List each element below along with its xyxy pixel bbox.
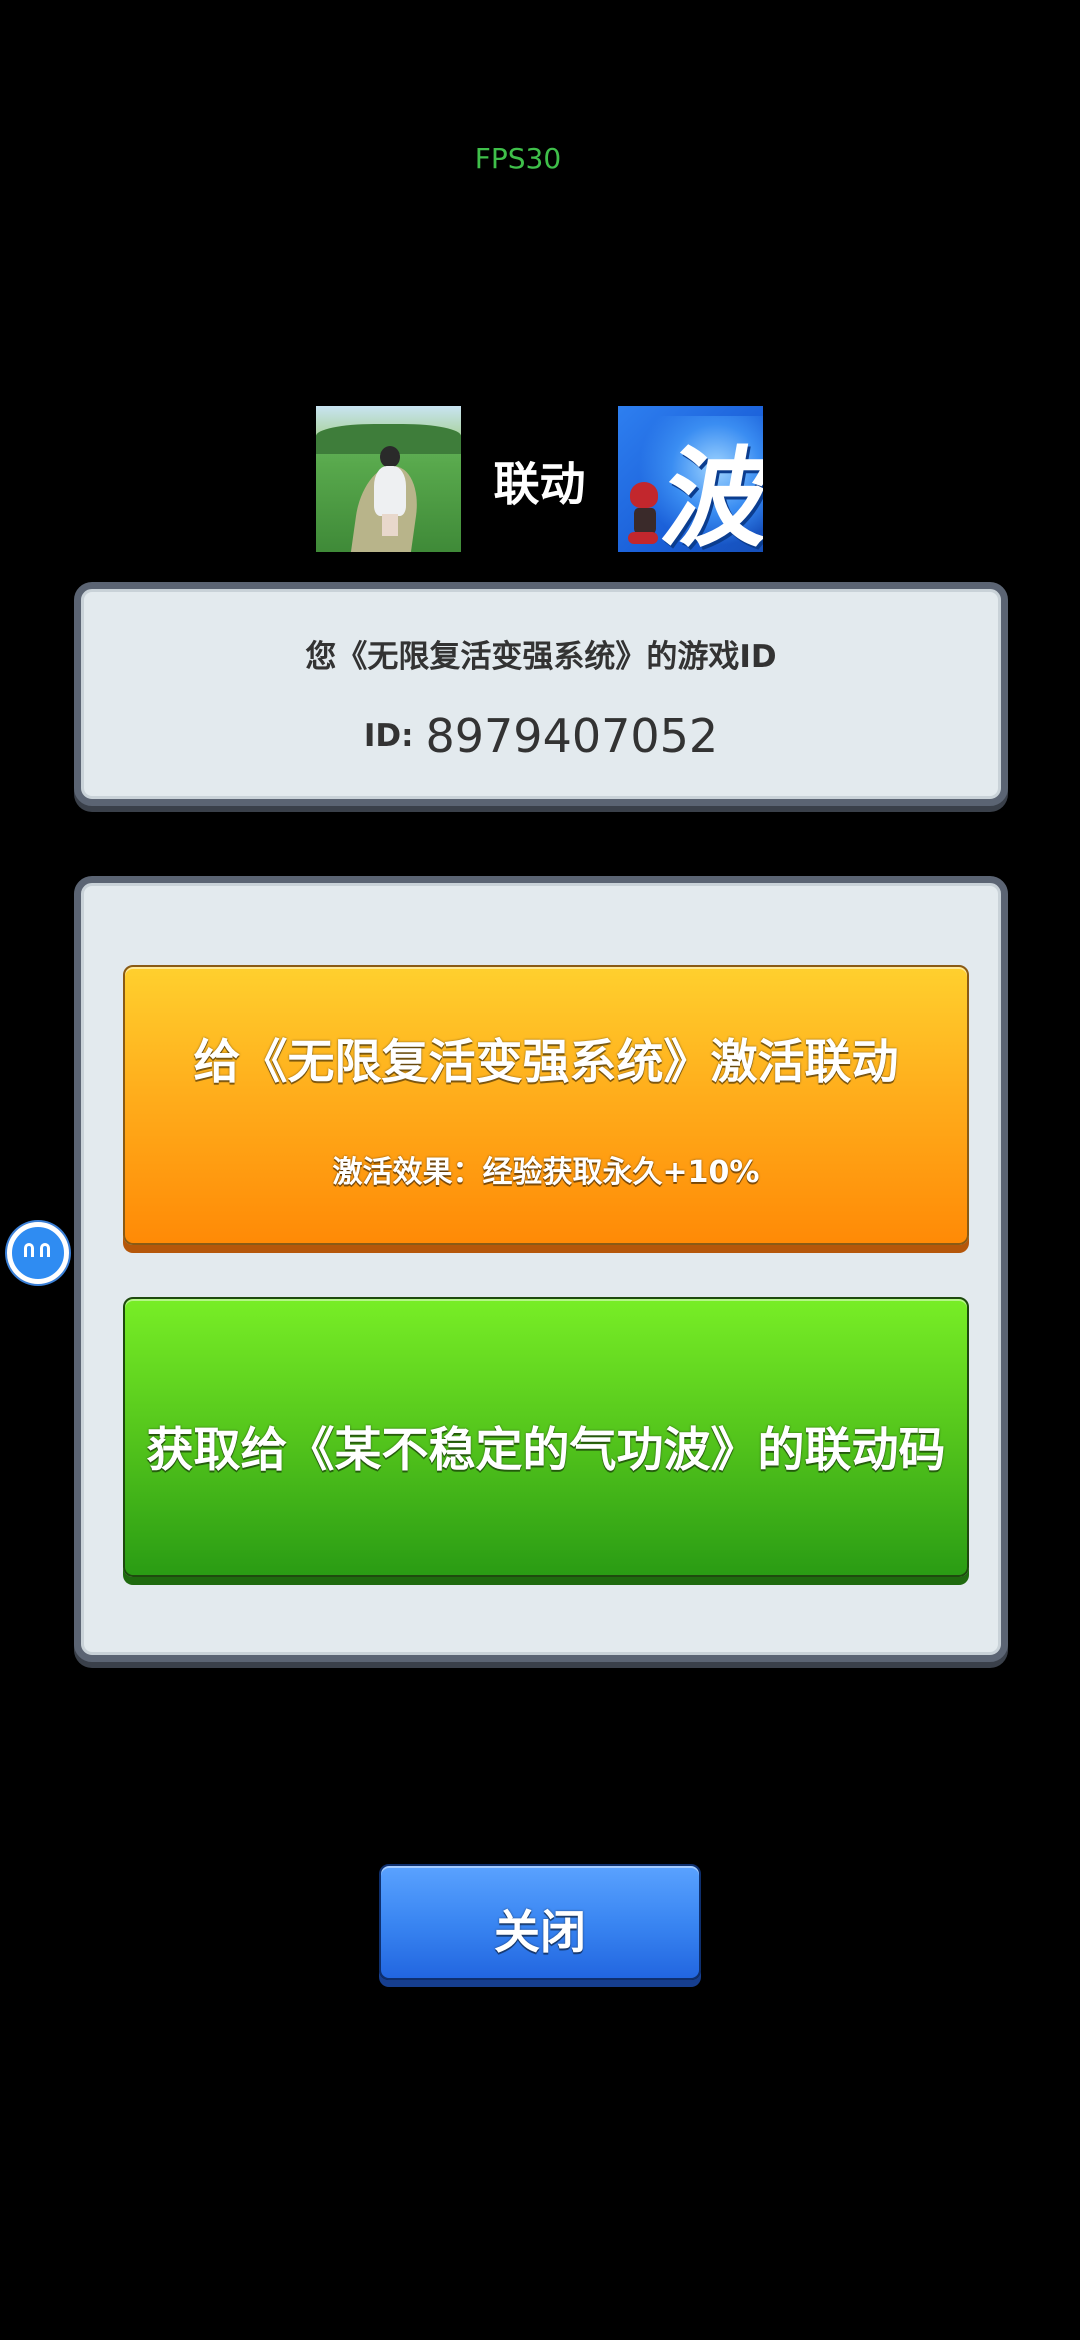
get-link-code-button[interactable]: 获取给《某不稳定的气功波》的联动码 <box>123 1297 969 1577</box>
game-id-prefix: ID: <box>363 718 414 754</box>
game-icon-left <box>316 406 461 552</box>
game-screen: FPS30 联动 波 您《无限复活变强系统》的游戏ID ID: 897940705… <box>0 0 1080 2340</box>
link-header: 联动 波 <box>316 406 763 552</box>
link-label: 联动 <box>493 457 586 511</box>
game-id-row: ID: 8979407052 <box>81 709 1001 763</box>
game-id-panel: 您《无限复活变强系统》的游戏ID ID: 8979407052 <box>74 582 1008 806</box>
activate-link-button[interactable]: 给《无限复活变强系统》激活联动 激活效果：经验获取永久+10% <box>123 965 969 1245</box>
activate-link-label: 给《无限复活变强系统》激活联动 <box>193 1035 899 1090</box>
activate-effect-label: 激活效果：经验获取永久+10% <box>332 1155 760 1190</box>
game-id-title: 您《无限复活变强系统》的游戏ID <box>305 639 777 675</box>
assistant-ball-icon[interactable] <box>7 1222 69 1284</box>
link-actions-panel: 给《无限复活变强系统》激活联动 激活效果：经验获取永久+10% 获取给《某不稳定… <box>74 876 1008 1662</box>
game-id-value: 8979407052 <box>425 709 719 763</box>
fps-counter: FPS30 <box>474 142 562 175</box>
close-button[interactable]: 关闭 <box>379 1864 701 1980</box>
game-icon-right: 波 <box>618 406 763 552</box>
get-link-code-label: 获取给《某不稳定的气功波》的联动码 <box>146 1423 946 1478</box>
close-button-label: 关闭 <box>494 1905 586 1959</box>
